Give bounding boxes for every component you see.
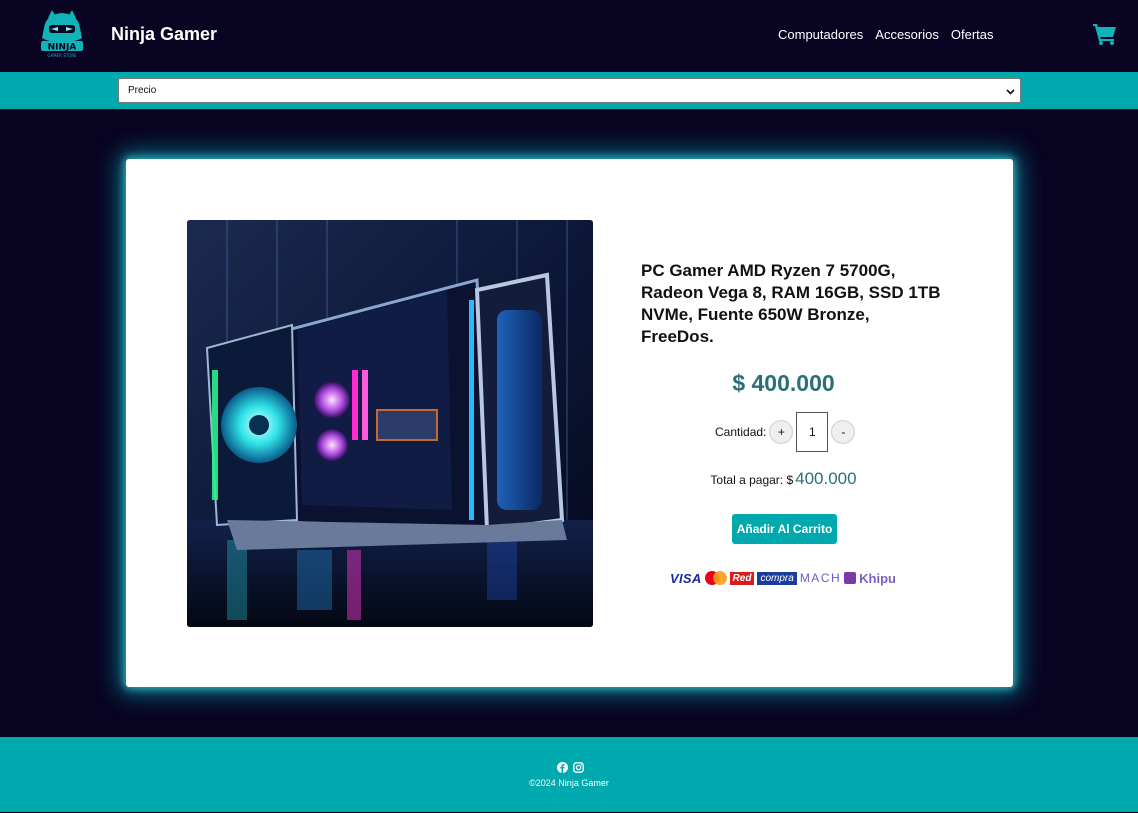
chevron-down-icon <box>1006 89 1015 95</box>
khipu-logo: Khipu <box>859 570 896 586</box>
mastercard-logo <box>704 571 727 585</box>
svg-text:NINJA: NINJA <box>48 43 77 53</box>
total-label: Total a pagar: $ <box>710 473 794 487</box>
quantity-stepper: Cantidad: + 1 - <box>715 412 856 452</box>
main-nav: Computadores Accesorios Ofertas <box>778 27 993 42</box>
add-to-cart-button[interactable]: Añadir Al Carrito <box>732 514 837 544</box>
payment-methods: VISA Red compra MACH Khipu <box>670 570 896 586</box>
copyright: ©2024 Ninja Gamer <box>529 778 609 788</box>
increment-button[interactable]: + <box>769 420 794 444</box>
ninja-logo[interactable]: NINJA GAMER STORE <box>36 8 88 60</box>
nav-link-ofertas[interactable]: Ofertas <box>951 27 994 42</box>
brand-name[interactable]: Ninja Gamer <box>111 24 217 45</box>
visa-logo: VISA <box>670 570 702 586</box>
product-title: PC Gamer AMD Ryzen 7 5700G, Radeon Vega … <box>641 261 941 346</box>
decrement-button[interactable]: - <box>831 420 856 444</box>
sort-select-value: Precio <box>128 85 157 96</box>
khipu-icon <box>844 572 857 584</box>
mach-logo: MACH <box>799 571 842 585</box>
redcompra-compra-logo: compra <box>757 571 797 585</box>
sort-select[interactable]: Precio <box>118 78 1021 103</box>
quantity-label: Cantidad: <box>715 425 767 439</box>
facebook-icon[interactable] <box>557 760 568 773</box>
quantity-input[interactable]: 1 <box>796 412 829 452</box>
product-price: $ 400.000 <box>732 370 835 396</box>
total-to-pay: Total a pagar: $400.000 <box>641 469 926 489</box>
shopping-cart-icon[interactable] <box>1093 23 1117 45</box>
instagram-icon[interactable] <box>573 760 584 773</box>
site-header: NINJA GAMER STORE Ninja Gamer Computador… <box>0 0 1138 72</box>
product-image <box>187 220 593 627</box>
nav-link-computadores[interactable]: Computadores <box>778 27 863 42</box>
nav-link-accesorios[interactable]: Accesorios <box>875 27 939 42</box>
svg-text:GAMER STORE: GAMER STORE <box>47 53 77 58</box>
redcompra-red-logo: Red <box>729 571 755 585</box>
filter-bar: Precio <box>0 72 1138 109</box>
total-value: 400.000 <box>795 469 857 488</box>
product-card: PC Gamer AMD Ryzen 7 5700G, Radeon Vega … <box>126 159 1013 687</box>
site-footer: ©2024 Ninja Gamer <box>0 737 1138 812</box>
social-links <box>557 760 584 773</box>
